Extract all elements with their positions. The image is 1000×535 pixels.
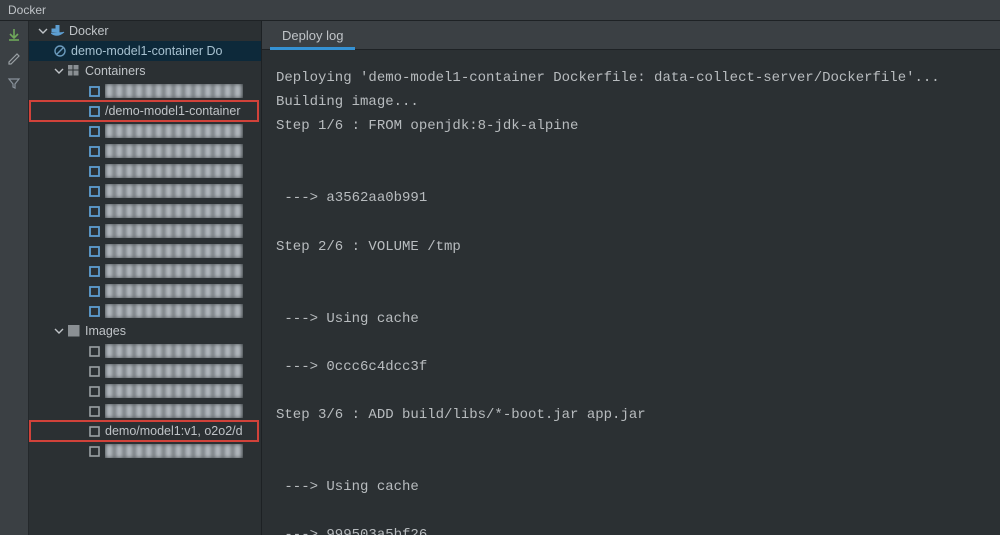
image-label: ██████████████ <box>105 344 243 358</box>
container-label: /demo-model1-container <box>105 104 241 118</box>
container-icon <box>87 304 101 318</box>
container-item[interactable]: ██████████████ <box>29 301 261 321</box>
deploy-icon[interactable] <box>6 27 22 43</box>
image-icon <box>87 384 101 398</box>
container-item[interactable]: ██████████████ <box>29 201 261 221</box>
container-item[interactable]: ██████████████ <box>29 261 261 281</box>
image-icon <box>87 404 101 418</box>
container-icon <box>87 204 101 218</box>
chevron-down-icon[interactable] <box>37 25 49 37</box>
edit-icon[interactable] <box>6 51 22 67</box>
tree-root-docker[interactable]: Docker <box>29 21 261 41</box>
container-label: ██████████████ <box>105 304 243 318</box>
filter-icon[interactable] <box>6 75 22 91</box>
tree-root-label: Docker <box>69 24 109 38</box>
container-label: ██████████████ <box>105 84 243 98</box>
container-item[interactable]: ██████████████ <box>29 221 261 241</box>
tree-images[interactable]: Images <box>29 321 261 341</box>
tab-deploy-log-label: Deploy log <box>282 28 343 43</box>
container-icon <box>87 164 101 178</box>
container-label: ██████████████ <box>105 124 243 138</box>
image-item[interactable]: ██████████████ <box>29 361 261 381</box>
log-tabs: Deploy log <box>262 21 1000 50</box>
container-item[interactable]: ██████████████ <box>29 81 261 101</box>
image-item[interactable]: ██████████████ <box>29 341 261 361</box>
container-icon <box>87 84 101 98</box>
tab-deploy-log[interactable]: Deploy log <box>270 21 355 49</box>
container-item[interactable]: ██████████████ <box>29 121 261 141</box>
tree-selected-run[interactable]: demo-model1-container Do <box>29 41 261 61</box>
container-icon <box>87 224 101 238</box>
image-item[interactable]: ██████████████ <box>29 401 261 421</box>
container-item[interactable]: ██████████████ <box>29 161 261 181</box>
window-title: Docker <box>8 3 46 17</box>
tree-containers[interactable]: Containers <box>29 61 261 81</box>
docker-tree[interactable]: Docker demo-model1-container Do Containe… <box>29 21 261 535</box>
image-item[interactable]: demo/model1:v1, o2o2/d <box>29 421 261 441</box>
status-disabled-icon <box>53 44 67 58</box>
images-icon <box>67 324 81 338</box>
container-icon <box>87 244 101 258</box>
tool-gutter <box>0 21 29 535</box>
image-icon <box>87 344 101 358</box>
container-item[interactable]: ██████████████ <box>29 281 261 301</box>
window-titlebar: Docker <box>0 0 1000 21</box>
container-icon <box>87 184 101 198</box>
container-label: ██████████████ <box>105 284 243 298</box>
chevron-down-icon[interactable] <box>53 65 65 77</box>
image-label: ██████████████ <box>105 364 243 378</box>
image-item[interactable]: ██████████████ <box>29 381 261 401</box>
container-icon <box>87 104 101 118</box>
container-item[interactable]: ██████████████ <box>29 141 261 161</box>
image-label: demo/model1:v1, o2o2/d <box>105 424 243 438</box>
image-label: ██████████████ <box>105 384 243 398</box>
container-item[interactable]: ██████████████ <box>29 181 261 201</box>
image-label: ██████████████ <box>105 404 243 418</box>
container-label: ██████████████ <box>105 224 243 238</box>
image-icon <box>87 364 101 378</box>
container-icon <box>87 264 101 278</box>
container-icon <box>87 284 101 298</box>
containers-icon <box>67 64 81 78</box>
container-item[interactable]: /demo-model1-container <box>29 101 261 121</box>
container-icon <box>87 124 101 138</box>
image-item[interactable]: ██████████████ <box>29 441 261 461</box>
image-icon <box>87 444 101 458</box>
deploy-log-output[interactable]: Deploying 'demo-model1-container Dockerf… <box>262 50 1000 535</box>
chevron-down-icon[interactable] <box>53 325 65 337</box>
container-label: ██████████████ <box>105 204 243 218</box>
containers-label: Containers <box>85 64 145 78</box>
container-item[interactable]: ██████████████ <box>29 241 261 261</box>
container-icon <box>87 144 101 158</box>
container-label: ██████████████ <box>105 184 243 198</box>
container-label: ██████████████ <box>105 244 243 258</box>
container-label: ██████████████ <box>105 164 243 178</box>
images-label: Images <box>85 324 126 338</box>
selected-run-label: demo-model1-container Do <box>71 44 222 58</box>
image-icon <box>87 424 101 438</box>
image-label: ██████████████ <box>105 444 243 458</box>
docker-icon <box>51 24 65 38</box>
container-label: ██████████████ <box>105 264 243 278</box>
container-label: ██████████████ <box>105 144 243 158</box>
